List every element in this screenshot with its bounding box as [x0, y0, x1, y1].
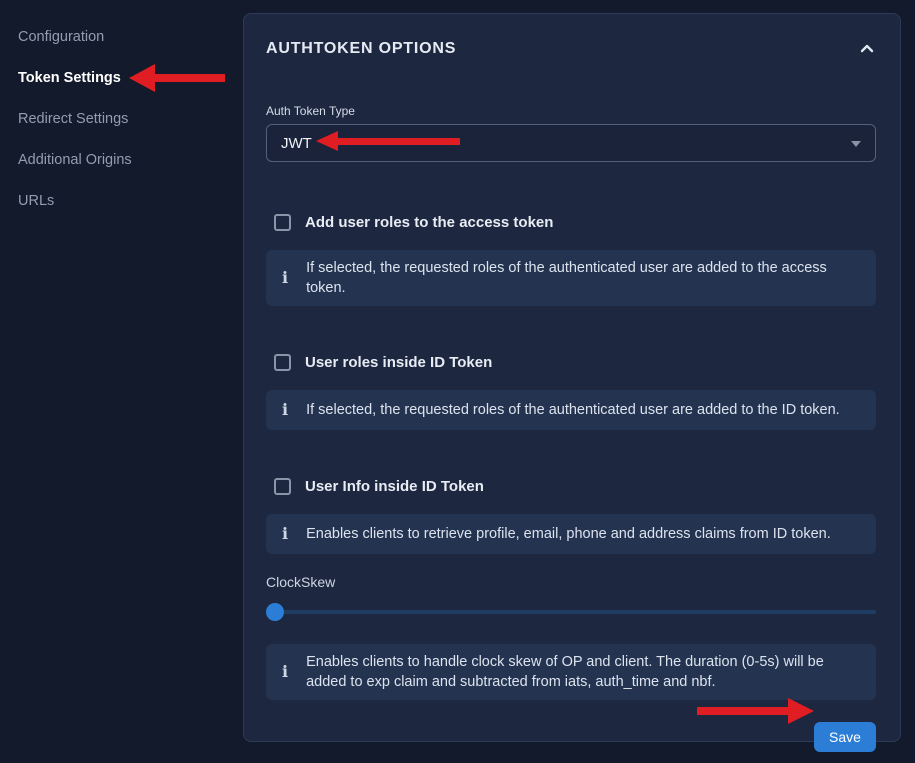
panel-title: AUTHTOKEN OPTIONS [266, 40, 456, 58]
sidebar-item-token-settings[interactable]: Token Settings [18, 68, 243, 88]
chevron-down-icon [851, 141, 861, 147]
info-icon: i [282, 402, 288, 418]
info-banner: i Enables clients to retrieve profile, e… [266, 514, 876, 554]
save-row: Save [266, 722, 876, 752]
info-icon: i [282, 664, 288, 680]
checkbox-row[interactable]: User roles inside ID Token [266, 352, 876, 372]
checkbox-row[interactable]: Add user roles to the access token [266, 212, 876, 232]
option-id-token-roles: User roles inside ID Token i If selected… [266, 352, 876, 430]
auth-token-type-label: Auth Token Type [266, 104, 876, 118]
authtoken-options-panel: AUTHTOKEN OPTIONS Auth Token Type JWT Ad… [243, 13, 901, 742]
id-token-roles-checkbox[interactable] [274, 354, 291, 371]
sidebar-item-configuration[interactable]: Configuration [18, 27, 243, 47]
option-access-token-roles: Add user roles to the access token i If … [266, 212, 876, 306]
checkbox-row[interactable]: User Info inside ID Token [266, 476, 876, 496]
panel-header: AUTHTOKEN OPTIONS [266, 38, 876, 60]
clockskew-slider-track[interactable] [266, 610, 876, 614]
chevron-up-icon [860, 40, 874, 58]
clockskew-label: ClockSkew [266, 574, 876, 590]
info-text: Enables clients to handle clock skew of … [306, 652, 860, 692]
clockskew-slider-thumb[interactable] [266, 603, 284, 621]
info-text: If selected, the requested roles of the … [306, 400, 840, 420]
checkbox-label: User roles inside ID Token [305, 354, 492, 371]
settings-sidebar: Configuration Token Settings Redirect Se… [0, 0, 243, 763]
checkbox-label: Add user roles to the access token [305, 214, 553, 231]
auth-token-type-value: JWT [281, 135, 312, 152]
option-user-info-id-token: User Info inside ID Token i Enables clie… [266, 476, 876, 554]
info-banner: i If selected, the requested roles of th… [266, 390, 876, 430]
info-banner: i If selected, the requested roles of th… [266, 250, 876, 306]
collapse-section-button[interactable] [858, 38, 876, 60]
clockskew-slider[interactable] [266, 602, 876, 622]
info-banner: i Enables clients to handle clock skew o… [266, 644, 876, 700]
checkbox-label: User Info inside ID Token [305, 478, 484, 495]
info-icon: i [282, 526, 288, 542]
save-button[interactable]: Save [814, 722, 876, 752]
access-token-roles-checkbox[interactable] [274, 214, 291, 231]
sidebar-item-redirect-settings[interactable]: Redirect Settings [18, 109, 243, 129]
info-text: If selected, the requested roles of the … [306, 258, 860, 298]
info-text: Enables clients to retrieve profile, ema… [306, 524, 831, 544]
sidebar-item-urls[interactable]: URLs [18, 191, 243, 211]
auth-token-type-select[interactable]: JWT [266, 124, 876, 162]
token-settings-page: Configuration Token Settings Redirect Se… [0, 0, 915, 763]
sidebar-item-additional-origins[interactable]: Additional Origins [18, 150, 243, 170]
info-icon: i [282, 270, 288, 286]
user-info-id-token-checkbox[interactable] [274, 478, 291, 495]
